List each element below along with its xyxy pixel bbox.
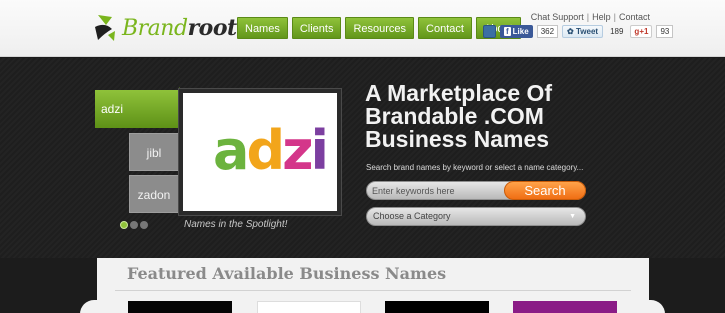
featured-edge-left bbox=[80, 300, 100, 313]
divider: | bbox=[613, 12, 616, 22]
facebook-icon: f bbox=[504, 27, 511, 36]
brandroot-logo[interactable]: Brandroot bbox=[92, 12, 237, 44]
featured-name-card[interactable] bbox=[257, 301, 361, 313]
carousel-dot-1[interactable] bbox=[120, 221, 128, 229]
search-bar: Search bbox=[366, 181, 586, 200]
hero-title: A Marketplace Of Brandable .COM Business… bbox=[365, 80, 553, 152]
logo-wordmark: Brandroot bbox=[122, 15, 237, 41]
spotlight-tab-zadon[interactable]: zadon bbox=[129, 175, 179, 213]
carousel-dots bbox=[120, 221, 148, 229]
nav-names[interactable]: Names bbox=[237, 17, 288, 39]
contact-link[interactable]: Contact bbox=[619, 12, 650, 22]
main-nav: Names Clients Resources Contact About bbox=[237, 17, 521, 39]
chevron-down-icon: ▼ bbox=[569, 213, 576, 220]
site-header: Brandroot Names Clients Resources Contac… bbox=[0, 0, 725, 57]
tweet-count: 189 bbox=[610, 27, 624, 36]
featured-title: Featured Available Business Names bbox=[127, 264, 447, 283]
nav-contact[interactable]: Contact bbox=[418, 17, 472, 39]
spotlight-tab-adzi[interactable]: adzi bbox=[95, 90, 179, 128]
twitter-bird-icon: ✿ bbox=[567, 27, 576, 36]
facebook-like-button[interactable]: f Like bbox=[500, 25, 533, 38]
social-buttons: f Like 362 ✿ Tweet 189 g+1 93 bbox=[483, 25, 674, 38]
category-select[interactable]: Choose a Category ▼ bbox=[366, 207, 586, 226]
tweet-button[interactable]: ✿ Tweet bbox=[562, 25, 604, 38]
search-button[interactable]: Search bbox=[504, 181, 586, 200]
spotlight-tab-jibl[interactable]: jibl bbox=[129, 133, 179, 171]
featured-name-card[interactable] bbox=[128, 301, 232, 313]
category-select-value: Choose a Category bbox=[373, 211, 451, 221]
carousel-dot-2[interactable] bbox=[130, 221, 138, 229]
logo-mark-icon bbox=[95, 15, 115, 41]
carousel-dot-3[interactable] bbox=[140, 221, 148, 229]
hero-subtitle: Search brand names by keyword or select … bbox=[366, 163, 584, 172]
help-link[interactable]: Help bbox=[592, 12, 611, 22]
nav-resources[interactable]: Resources bbox=[345, 17, 415, 39]
featured-edge-right bbox=[645, 300, 665, 313]
chat-support-link[interactable]: Chat Support bbox=[531, 12, 584, 22]
google-plus-button[interactable]: g+1 bbox=[630, 25, 653, 38]
divider bbox=[115, 290, 631, 291]
instagram-icon[interactable] bbox=[483, 25, 496, 38]
spotlight-showcase-image[interactable]: adzi bbox=[178, 88, 342, 216]
showcase-logo-text: adzi bbox=[213, 119, 329, 182]
google-plus-count: 93 bbox=[656, 25, 674, 38]
divider: | bbox=[586, 12, 590, 22]
featured-name-card[interactable] bbox=[513, 301, 617, 313]
top-links: Chat Support | Help | Contact bbox=[531, 12, 650, 22]
search-input[interactable] bbox=[370, 183, 505, 198]
nav-clients[interactable]: Clients bbox=[291, 17, 342, 39]
spotlight-caption: Names in the Spotlight! bbox=[184, 219, 288, 230]
facebook-like-count: 362 bbox=[536, 25, 559, 38]
featured-name-card[interactable] bbox=[385, 301, 489, 313]
